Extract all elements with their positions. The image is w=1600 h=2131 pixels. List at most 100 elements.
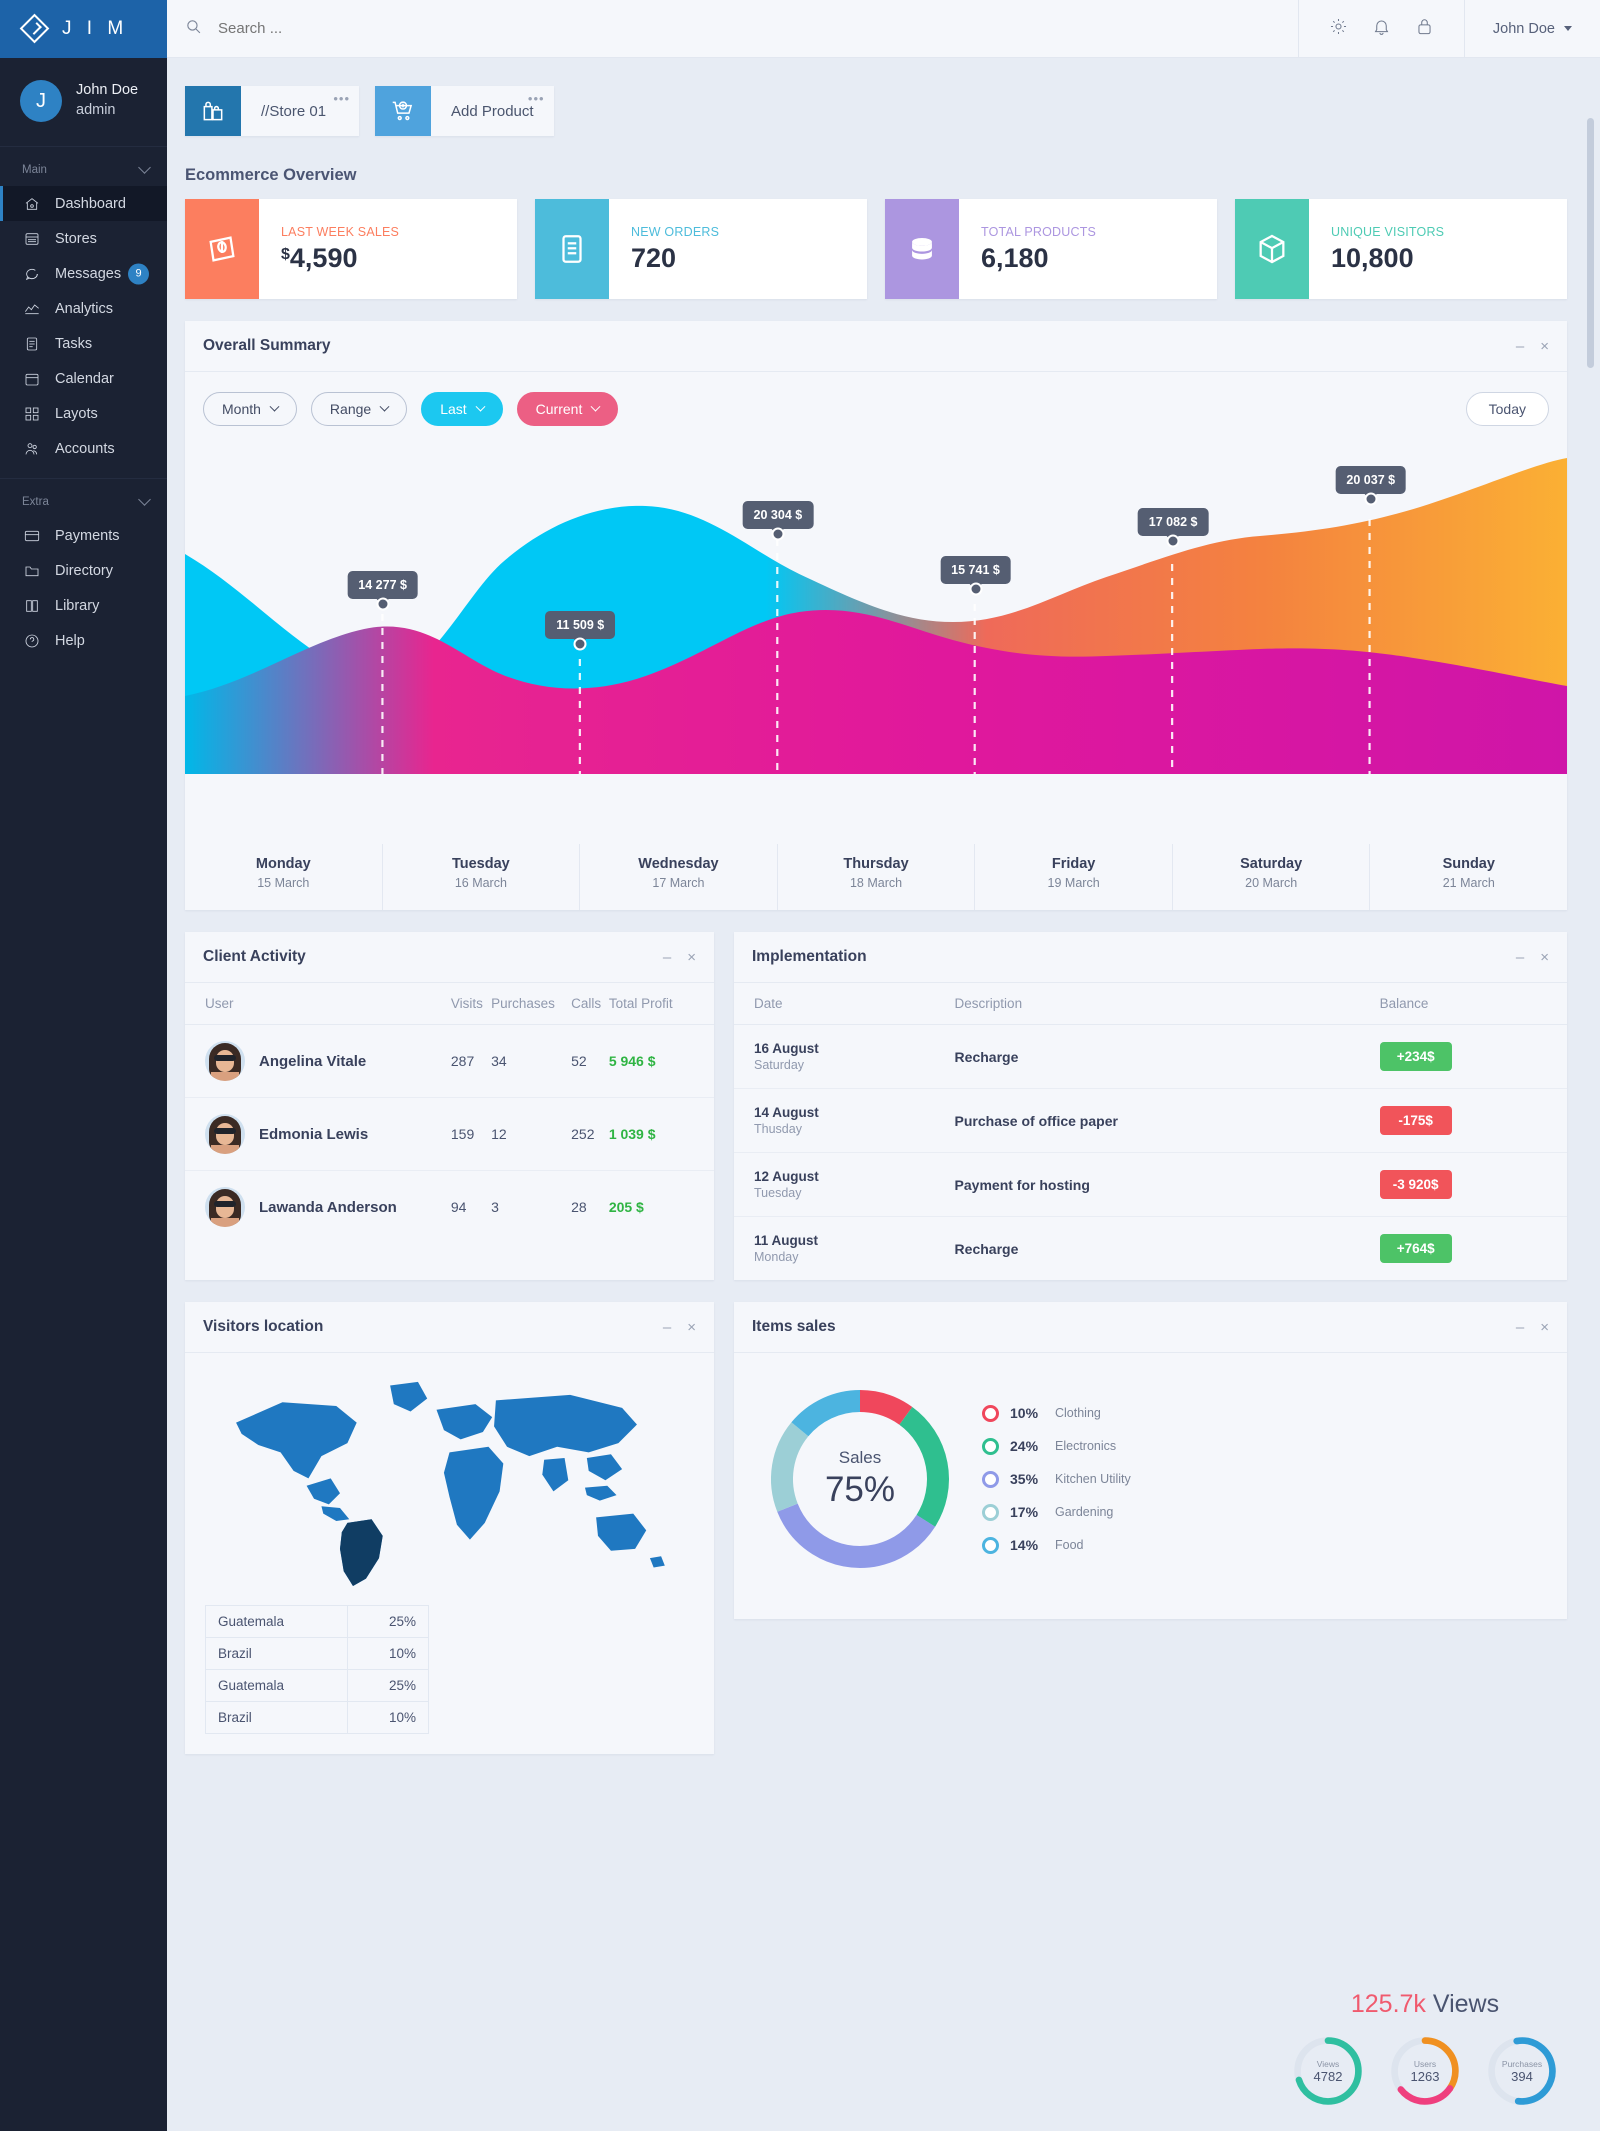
legend-item[interactable]: 10% Clothing (982, 1404, 1131, 1422)
sidebar-item-dashboard[interactable]: Dashboard (0, 186, 167, 221)
filter-current-button[interactable]: Current (516, 392, 619, 426)
scrollbar[interactable] (1587, 118, 1594, 368)
legend-percent: 17% (1010, 1504, 1039, 1520)
legend-label: Gardening (1055, 1505, 1114, 1519)
location-name: Brazil (205, 1637, 348, 1670)
table-row[interactable]: Angelina Vitale 287 34 52 5 946 $ (185, 1024, 714, 1098)
chart-point-marker[interactable] (969, 582, 982, 596)
lock-icon[interactable] (1415, 17, 1434, 41)
sidebar-profile[interactable]: J John Doe admin (0, 58, 167, 147)
sidebar-item-layots[interactable]: Layots (0, 396, 167, 431)
shortcut-menu-icon[interactable]: ••• (528, 91, 545, 106)
today-button[interactable]: Today (1465, 392, 1549, 426)
search-bar[interactable] (167, 18, 1298, 40)
items-sales-panel: Items sales – × Sales 75% 10% Clothing 2… (734, 1302, 1567, 1619)
minimize-icon[interactable]: – (663, 1320, 671, 1335)
table-row[interactable]: Lawanda Anderson 94 3 28 205 $ (185, 1171, 714, 1244)
minimize-icon[interactable]: – (1516, 1320, 1524, 1335)
sidebar-item-analytics[interactable]: Analytics (0, 291, 167, 326)
minimize-icon[interactable]: – (1516, 339, 1524, 354)
sidebar-item-directory[interactable]: Directory (0, 553, 167, 588)
world-map[interactable] (185, 1353, 714, 1603)
shortcut-menu-icon[interactable]: ••• (333, 91, 350, 106)
sidebar-item-tasks[interactable]: Tasks (0, 326, 167, 361)
table-row[interactable]: 11 August Monday Recharge +764$ (734, 1217, 1567, 1281)
stat-card-last-week-sales[interactable]: LAST WEEK SALES $4,590 (185, 199, 517, 299)
chart-point-marker[interactable] (376, 597, 390, 611)
status-badge: -3 920$ (1379, 1170, 1452, 1199)
banknote-icon (185, 199, 259, 299)
table-header-row: User Visits Purchases Calls Total Profit (185, 983, 714, 1025)
sidebar-item-label: Directory (55, 562, 114, 579)
column-header-user: User (185, 983, 451, 1025)
search-input[interactable] (218, 20, 518, 37)
shortcut-add-product[interactable]: ••• Add Product (375, 86, 554, 136)
legend-item[interactable]: 17% Gardening (982, 1503, 1131, 1521)
gauge-value: 1263 (1410, 2068, 1440, 2084)
stat-card-new-orders[interactable]: NEW ORDERS 720 (535, 199, 867, 299)
close-icon[interactable]: × (1540, 339, 1549, 354)
close-icon[interactable]: × (687, 1320, 696, 1335)
table-row[interactable]: Edmonia Lewis 159 12 252 1 039 $ (185, 1097, 714, 1171)
app-root: J I M J John Doe admin Main Dashboard St… (0, 0, 1600, 2131)
brand-name: J I M (62, 18, 129, 39)
impl-description: Payment for hosting (954, 1152, 1380, 1217)
stat-card-unique-visitors[interactable]: UNIQUE VISITORS 10,800 (1235, 199, 1567, 299)
filter-last-button[interactable]: Last (421, 392, 503, 426)
chart-point-marker[interactable] (1166, 534, 1180, 548)
brand-logo[interactable]: J I M (0, 0, 167, 58)
home-icon (23, 195, 40, 212)
impl-description: Recharge (954, 1240, 1019, 1257)
minimize-icon[interactable]: – (663, 950, 671, 965)
list-item: Guatemala 25% (205, 1669, 430, 1702)
filter-month-button[interactable]: Month (203, 392, 297, 426)
main-area: John Doe ••• //Store 01 (167, 0, 1600, 2131)
minimize-icon[interactable]: – (1516, 950, 1524, 965)
legend-item[interactable]: 24% Electronics (982, 1437, 1131, 1455)
table-row[interactable]: 12 August Tuesday Payment for hosting -3 … (734, 1152, 1567, 1217)
legend-color-dot (982, 1470, 999, 1488)
sidebar-item-label: Payments (55, 527, 120, 544)
calls-value: 28 (571, 1199, 587, 1215)
sidebar-item-stores[interactable]: Stores (0, 221, 167, 256)
shortcut-store-01[interactable]: ••• //Store 01 (185, 86, 359, 136)
location-percent: 10% (346, 1701, 430, 1734)
chart-point-marker[interactable] (1364, 492, 1378, 506)
close-icon[interactable]: × (687, 950, 696, 965)
chart-point-marker[interactable] (573, 637, 587, 651)
donut-chart[interactable]: Sales 75% (760, 1379, 960, 1579)
user-menu[interactable]: John Doe (1465, 21, 1600, 37)
legend-item[interactable]: 14% Food (982, 1536, 1131, 1554)
table-row[interactable]: 14 August Thusday Purchase of office pape… (734, 1088, 1567, 1153)
sidebar-item-library[interactable]: Library (0, 588, 167, 623)
sidebar-item-messages[interactable]: Messages 9 (0, 256, 167, 291)
legend-percent: 24% (1010, 1438, 1039, 1454)
stat-card-total-products[interactable]: TOTAL PRODUCTS 6,180 (885, 199, 1217, 299)
status-badge: +764$ (1379, 1234, 1452, 1263)
sidebar-item-label: Dashboard (55, 195, 126, 212)
panel-header: Visitors location – × (185, 1302, 714, 1353)
nav-section-extra[interactable]: Extra (0, 479, 167, 518)
legend-item[interactable]: 35% Kitchen Utility (982, 1470, 1131, 1488)
close-icon[interactable]: × (1540, 1320, 1549, 1335)
shortcut-tiles: ••• //Store 01 ••• Add Product (185, 86, 1567, 136)
chart-point-marker[interactable] (771, 527, 785, 541)
table-row[interactable]: 16 August Saturday Recharge +234$ (734, 1024, 1567, 1089)
sidebar-item-accounts[interactable]: Accounts (0, 431, 167, 466)
chart-x-axis: Monday 15 March Tuesday 16 March Wednesd… (185, 844, 1567, 910)
sidebar-item-payments[interactable]: Payments (0, 518, 167, 553)
column-header-balance: Balance (1379, 983, 1567, 1025)
bell-icon[interactable] (1372, 17, 1391, 41)
chart-point-label: 17 082 $ (1137, 508, 1209, 536)
nav-section-main[interactable]: Main (0, 147, 167, 186)
close-icon[interactable]: × (1540, 950, 1549, 965)
sidebar-item-calendar[interactable]: Calendar (0, 361, 167, 396)
avatar: J (20, 80, 62, 122)
sidebar-item-help[interactable]: Help (0, 623, 167, 658)
gear-icon[interactable] (1329, 17, 1348, 41)
gauge-value: 4782 (1313, 2068, 1343, 2084)
panel-header: Client Activity – × (185, 932, 714, 983)
topbar: John Doe (167, 0, 1600, 58)
filter-range-button[interactable]: Range (310, 392, 408, 426)
impl-day: Saturday (754, 1058, 805, 1072)
